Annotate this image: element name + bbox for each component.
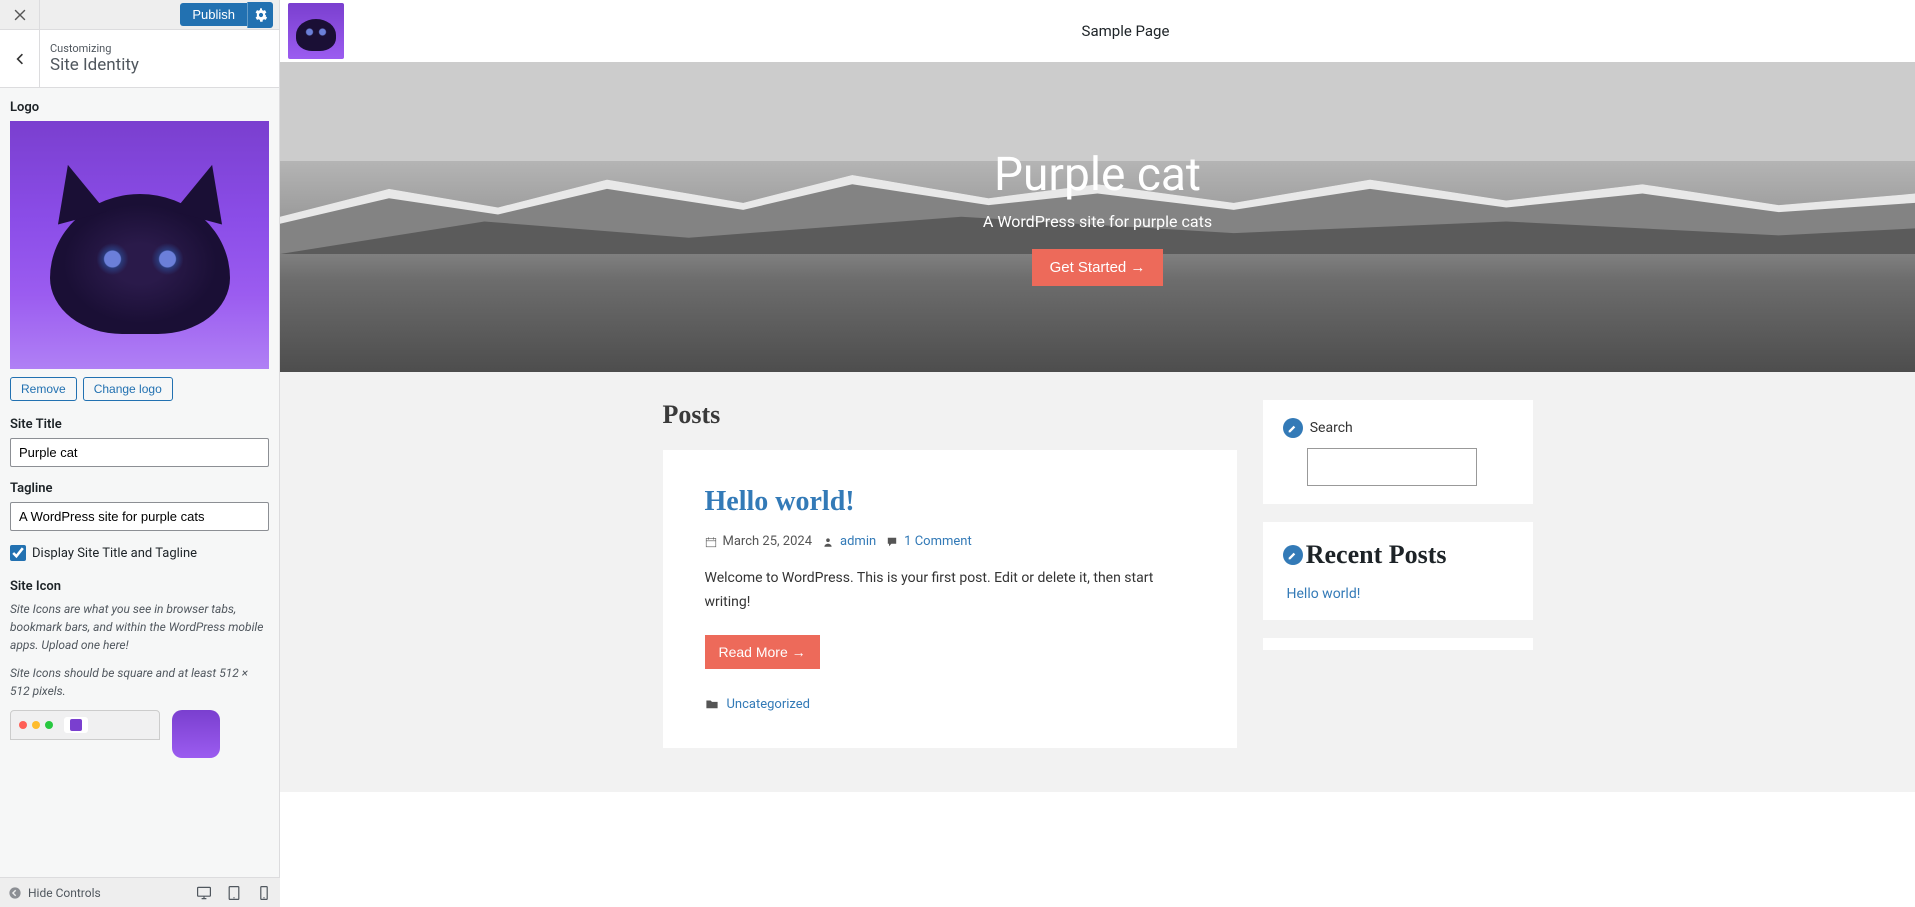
mobile-icon[interactable] xyxy=(256,885,272,901)
post-date: March 25, 2024 xyxy=(723,534,813,549)
gear-icon xyxy=(254,8,268,22)
display-title-checkbox[interactable] xyxy=(10,545,26,561)
close-icon xyxy=(13,8,27,22)
hero-title: Purple cat xyxy=(994,148,1201,202)
post-comments-link[interactable]: 1 Comment xyxy=(904,534,972,549)
post-author-link[interactable]: admin xyxy=(840,534,876,549)
site-icon-desc-2: Site Icons should be square and at least… xyxy=(10,664,269,700)
hero-cta-button[interactable]: Get Started → xyxy=(1032,249,1164,286)
app-icon-preview xyxy=(172,710,220,758)
sidebar-header: Publish xyxy=(0,0,279,30)
search-widget-label: Search xyxy=(1310,420,1353,436)
post-title-link[interactable]: Hello world! xyxy=(705,486,855,517)
browser-tab-mock xyxy=(10,710,160,740)
preview-topbar: Sample Page xyxy=(280,0,1915,62)
pencil-icon[interactable] xyxy=(1283,418,1303,438)
preview-pane[interactable]: Sample Page Purple cat A WordPress site … xyxy=(280,0,1915,907)
widget-placeholder xyxy=(1263,638,1533,650)
customizing-label: Customizing xyxy=(50,42,139,55)
preview-site-logo[interactable] xyxy=(288,3,344,59)
comment-icon xyxy=(886,536,898,548)
site-title-input[interactable] xyxy=(10,438,269,467)
recent-posts-widget: Recent Posts Hello world! xyxy=(1263,522,1533,620)
content-area: Posts Hello world! March 25, 2024 admin … xyxy=(280,372,1915,792)
post-meta: March 25, 2024 admin 1 Comment xyxy=(705,534,1195,549)
customizer-sidebar: Publish Customizing Site Identity Logo R… xyxy=(0,0,280,907)
logo-label: Logo xyxy=(10,100,269,115)
favicon-preview xyxy=(70,719,82,731)
user-icon xyxy=(822,536,834,548)
section-header: Customizing Site Identity xyxy=(0,30,279,88)
chevron-left-icon xyxy=(12,51,28,67)
search-widget: Search xyxy=(1263,400,1533,504)
section-title: Site Identity xyxy=(50,55,139,75)
hide-controls-label: Hide Controls xyxy=(28,886,101,900)
posts-heading: Posts xyxy=(663,400,1237,430)
post-categories: Uncategorized xyxy=(705,697,1195,712)
back-button[interactable] xyxy=(0,30,40,88)
publish-button[interactable]: Publish xyxy=(180,3,247,26)
sidebar-content[interactable]: Logo Remove Change logo Site Title Tagli… xyxy=(0,88,279,907)
remove-logo-button[interactable]: Remove xyxy=(10,377,77,401)
tagline-input[interactable] xyxy=(10,502,269,531)
site-icon-preview-row xyxy=(10,710,269,758)
pencil-icon[interactable] xyxy=(1283,545,1303,565)
read-more-button[interactable]: Read More → xyxy=(705,635,820,669)
hide-controls-button[interactable]: Hide Controls xyxy=(8,886,101,900)
tagline-label: Tagline xyxy=(10,481,269,496)
close-button[interactable] xyxy=(0,0,40,30)
search-input[interactable] xyxy=(1307,448,1477,486)
collapse-icon xyxy=(8,886,22,900)
recent-post-link[interactable]: Hello world! xyxy=(1287,586,1513,602)
display-title-label: Display Site Title and Tagline xyxy=(32,546,197,561)
site-icon-desc-1: Site Icons are what you see in browser t… xyxy=(10,600,269,654)
nav-sample-page[interactable]: Sample Page xyxy=(1082,22,1170,40)
bottom-bar: Hide Controls xyxy=(0,877,280,907)
site-icon-label: Site Icon xyxy=(10,579,269,594)
posts-column: Posts Hello world! March 25, 2024 admin … xyxy=(663,400,1237,748)
desktop-icon[interactable] xyxy=(196,885,212,901)
site-title-label: Site Title xyxy=(10,417,269,432)
hero-tagline: A WordPress site for purple cats xyxy=(983,212,1212,231)
folder-icon xyxy=(705,697,719,711)
widget-column: Search Recent Posts Hello world! xyxy=(1263,400,1533,748)
hero-section: Purple cat A WordPress site for purple c… xyxy=(280,62,1915,372)
recent-posts-heading: Recent Posts xyxy=(1306,540,1447,569)
tablet-icon[interactable] xyxy=(226,885,242,901)
calendar-icon xyxy=(705,536,717,548)
logo-preview[interactable] xyxy=(10,121,269,369)
category-link[interactable]: Uncategorized xyxy=(727,697,810,712)
post-card: Hello world! March 25, 2024 admin 1 Comm… xyxy=(663,450,1237,748)
change-logo-button[interactable]: Change logo xyxy=(83,377,173,401)
publish-settings-button[interactable] xyxy=(247,2,273,28)
post-excerpt: Welcome to WordPress. This is your first… xyxy=(705,567,1195,615)
